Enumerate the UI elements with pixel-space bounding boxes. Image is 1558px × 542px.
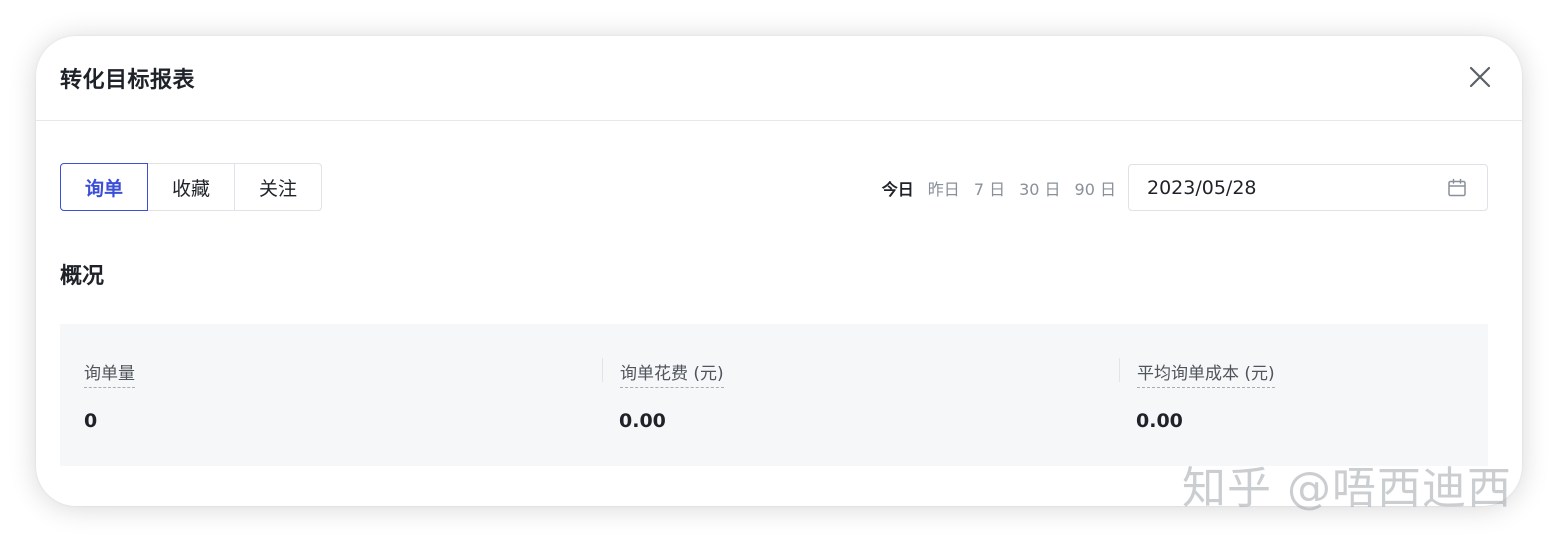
metric-value: 0	[84, 410, 98, 432]
metric-label[interactable]: 询单花费 (元)	[620, 359, 724, 388]
modal-header: 转化目标报表	[36, 36, 1522, 121]
watermark: 知乎 @唔西迪西	[1182, 463, 1512, 514]
quick-date-90-days[interactable]: 90 日	[1075, 176, 1116, 200]
report-modal: 转化目标报表 询单 收藏 关注 今日 昨日 7 日 30 日 90 日 2023…	[36, 36, 1522, 506]
close-button[interactable]	[1468, 65, 1492, 89]
calendar-icon	[1448, 178, 1466, 197]
overview-title: 概况	[60, 264, 105, 289]
metric-value: 0.00	[1136, 410, 1183, 432]
quick-date-range: 今日 昨日 7 日 30 日 90 日	[868, 176, 1116, 200]
date-value: 2023/05/28	[1147, 177, 1257, 199]
tab-favorite[interactable]: 收藏	[147, 163, 235, 211]
type-tabs: 询单 收藏 关注	[60, 163, 322, 211]
close-icon	[1469, 66, 1491, 88]
date-picker[interactable]: 2023/05/28	[1128, 164, 1488, 211]
metric-value: 0.00	[619, 410, 666, 432]
tab-follow[interactable]: 关注	[234, 163, 322, 211]
tab-inquiry[interactable]: 询单	[60, 163, 148, 211]
metric-divider	[1119, 358, 1120, 382]
metric-divider	[602, 358, 603, 382]
metric-label[interactable]: 询单量	[84, 359, 135, 388]
quick-date-today[interactable]: 今日	[882, 176, 914, 200]
quick-date-30-days[interactable]: 30 日	[1019, 176, 1060, 200]
quick-date-7-days[interactable]: 7 日	[974, 176, 1005, 200]
modal-title: 转化目标报表	[60, 68, 196, 93]
overview-panel: 询单量 0 询单花费 (元) 0.00 平均询单成本 (元) 0.00	[60, 324, 1488, 466]
quick-date-yesterday[interactable]: 昨日	[928, 176, 960, 200]
metric-label[interactable]: 平均询单成本 (元)	[1137, 359, 1275, 388]
